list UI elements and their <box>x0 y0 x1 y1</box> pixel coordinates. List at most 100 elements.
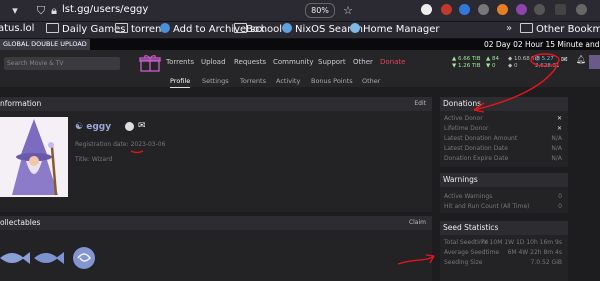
browser-toolbar: ▾ ⛉ 🔒︎ lst.gg/users/eggy 80% ☆ <box>0 0 600 22</box>
extension-icon[interactable] <box>478 4 489 15</box>
tab-other[interactable]: Other <box>362 76 380 87</box>
bookmark-star-icon[interactable]: ☆ <box>343 4 353 17</box>
seeding-size-label: Seeding Size <box>444 259 483 266</box>
notification-bell-icon[interactable]: 🔔︎ <box>576 56 586 64</box>
active-donor-value: ✕ <box>556 115 562 122</box>
warnings-title: Warnings <box>440 173 568 187</box>
profile-subnav: Profile Settings Torrents Activity Bonus… <box>0 76 600 88</box>
active-donor-label: Active Donor <box>444 115 483 122</box>
collectables-panel: ollectables Claim <box>0 216 432 281</box>
donations-panel: Donations Active Donor ✕ Lifetime Donor … <box>440 97 568 167</box>
folder-icon <box>520 23 533 33</box>
bookmark-folder[interactable]: torrent <box>115 23 165 35</box>
avatar[interactable] <box>589 55 600 69</box>
registration-date: Registration date: 2023-03-06 <box>75 141 166 148</box>
message-icon[interactable]: ✉ <box>138 121 146 131</box>
information-title: nformation <box>0 99 42 108</box>
lock-icon[interactable]: 🔒︎ <box>47 4 61 18</box>
active-warnings-value: 0 <box>558 193 562 200</box>
search-input[interactable]: Search Movie & TV <box>4 57 120 70</box>
donations-title: Donations <box>440 97 568 111</box>
latest-donation-amount-value: N/A <box>551 135 562 142</box>
bookmarks-bar: atus.lol Daily Games torrent Add to Arch… <box>0 22 600 39</box>
seed-statistics-panel: Seed Statistics Total Seedtime 7Y 10M 1W… <box>440 221 568 281</box>
fish-badge-icon <box>0 252 30 264</box>
url-bar[interactable]: lst.gg/users/eggy <box>62 4 148 15</box>
extension-icon[interactable] <box>534 4 545 15</box>
seeding-stat: ▲ 84 ▼ 0 <box>486 56 499 69</box>
nav-upload[interactable]: Upload <box>201 58 226 66</box>
information-header: nformation Edit <box>0 97 432 111</box>
downloads-icon[interactable] <box>555 4 566 15</box>
bookmark-folder[interactable]: Daily Games <box>46 23 125 35</box>
gift-logo-icon[interactable] <box>139 54 161 72</box>
bookmarks-overflow-icon[interactable]: » <box>506 23 512 34</box>
bookmark-folder[interactable]: Other Bookmark <box>520 23 600 35</box>
bookmark-item[interactable]: Home Manager <box>350 23 440 35</box>
claim-button[interactable]: Claim <box>409 216 426 230</box>
nav-donate[interactable]: Donate <box>380 58 405 66</box>
shield-icon[interactable]: ⛉ <box>34 4 48 18</box>
latest-donation-amount-label: Latest Donation Amount <box>444 135 518 142</box>
tab-profile[interactable]: Profile <box>170 76 191 88</box>
globe-icon <box>160 23 170 33</box>
mail-icon[interactable]: ✉ <box>561 56 568 64</box>
lifetime-donor-label: Lifetime Donor <box>444 125 489 132</box>
average-seedtime-value: 6M 4W 22h 8m 4s <box>507 249 562 256</box>
event-badge: GLOBAL DOUBLE UPLOAD <box>0 39 90 50</box>
folder-icon <box>46 23 59 33</box>
nav-requests[interactable]: Requests <box>234 58 266 66</box>
total-seedtime-value: 7Y 10M 1W 1D 10h 16m 9s <box>480 239 562 246</box>
donation-expire-date-value: N/A <box>551 155 562 162</box>
home-icon <box>350 23 360 33</box>
extension-icon[interactable] <box>516 4 527 15</box>
fish-badge-icon <box>34 252 64 264</box>
lifetime-donor-value: ✕ <box>556 125 562 132</box>
warnings-panel: Warnings Active Warnings 0 Hit and Run C… <box>440 173 568 213</box>
bookmark-item[interactable]: atus.lol <box>0 23 34 34</box>
donation-expire-date-label: Donation Expire Date <box>444 155 509 162</box>
site-header: Search Movie & TV Torrents Upload Reques… <box>0 50 600 76</box>
bookmark-folder[interactable]: school <box>234 23 282 35</box>
hit-and-run-value: 0 <box>558 203 562 210</box>
nav-torrents[interactable]: Torrents <box>166 58 194 66</box>
tab-activity[interactable]: Activity <box>276 76 300 87</box>
ublock-icon[interactable] <box>441 4 452 15</box>
tab-bonus-points[interactable]: Bonus Points <box>311 76 353 87</box>
announcement-bar: GLOBAL DOUBLE UPLOAD 02 Day 02 Hour 15 M… <box>0 39 600 50</box>
folder-icon <box>115 23 128 33</box>
puzzle-icon[interactable] <box>576 4 587 15</box>
event-countdown: 02 Day 02 Hour 15 Minute and 12 Sec <box>484 40 600 49</box>
extension-icon[interactable] <box>459 4 470 15</box>
tab-list-icon[interactable]: ▾ <box>8 4 22 18</box>
folder-icon <box>234 23 247 33</box>
extension-icon[interactable] <box>421 4 432 15</box>
spiral-badge-icon <box>73 247 95 269</box>
collectables-title: ollectables <box>0 218 41 227</box>
hit-and-run-label: Hit and Run Count (All Time) <box>444 203 530 210</box>
seed-statistics-title: Seed Statistics <box>440 221 568 235</box>
latest-donation-date-value: N/A <box>551 145 562 152</box>
user-title: Title: Wizard <box>75 156 113 163</box>
collectables-header: ollectables Claim <box>0 216 432 230</box>
extension-icon[interactable] <box>497 4 508 15</box>
nav-other[interactable]: Other <box>353 58 373 66</box>
wizard-avatar <box>0 117 68 197</box>
tab-settings[interactable]: Settings <box>202 76 229 87</box>
nixos-icon <box>282 23 292 33</box>
seeding-size-value: 7.0.52 GiB <box>530 259 562 266</box>
username: ☯ eggy <box>75 122 112 132</box>
nav-community[interactable]: Community <box>273 58 314 66</box>
online-status-icon <box>125 122 134 131</box>
ratio-stat: ◎ 5.27 2,628.31 <box>535 56 560 69</box>
average-seedtime-label: Average Seedtime <box>444 249 500 256</box>
active-warnings-label: Active Warnings <box>444 193 493 200</box>
edit-button[interactable]: Edit <box>414 97 426 111</box>
zoom-indicator[interactable]: 80% <box>305 3 335 18</box>
nav-support[interactable]: Support <box>318 58 346 66</box>
egg-badge-icon: ☯ <box>75 122 84 132</box>
collectable-badges <box>0 247 95 269</box>
upload-stat: ▲ 6.66 TiB ▼ 1.26 TiB <box>452 56 481 69</box>
information-panel: nformation Edit ☯ eggy ✉ Registration da… <box>0 97 432 212</box>
tab-torrents[interactable]: Torrents <box>240 76 266 87</box>
